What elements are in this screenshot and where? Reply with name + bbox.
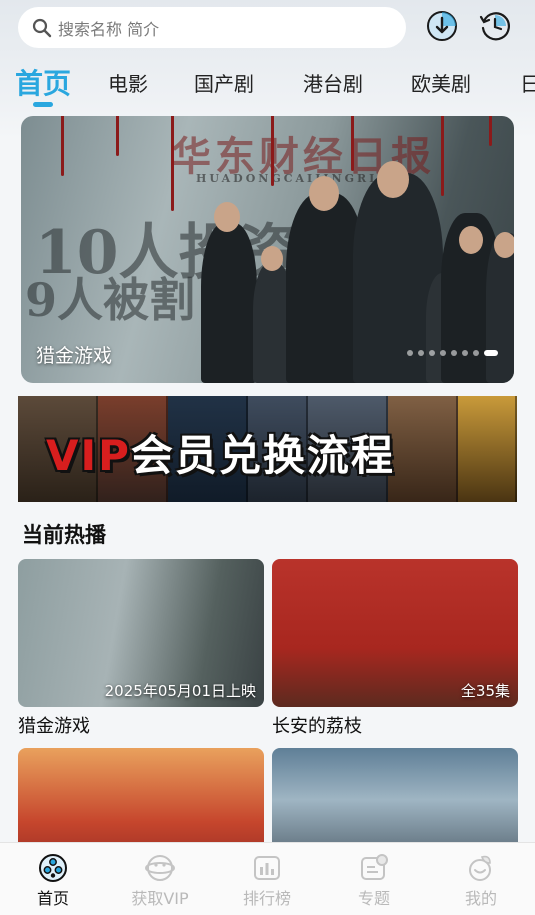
search-bar[interactable]: 搜索名称 简介 [18, 7, 406, 48]
nav-topics[interactable]: 专题 [329, 853, 419, 909]
ranking-icon [254, 856, 280, 880]
release-date-badge: 2025年05月01日上映 [104, 682, 256, 700]
nav-topics-label: 专题 [357, 889, 390, 908]
tab-domestic-drama[interactable]: 国产剧 [194, 68, 254, 97]
poster-drip [489, 116, 492, 146]
nav-ranking-label: 排行榜 [242, 889, 291, 908]
drama-title: 猎金游戏 [18, 716, 90, 737]
poster-drip [351, 116, 354, 171]
episode-count-badge: 全35集 [460, 682, 510, 700]
drama-card[interactable]: 全35集 长安的荔枝 [272, 559, 518, 738]
nav-profile[interactable]: 我的 [436, 853, 526, 909]
carousel-dots [407, 350, 498, 356]
carousel-dot[interactable] [484, 350, 498, 356]
poster-figure-head [494, 232, 514, 258]
drama-title: 长安的荔枝 [272, 716, 362, 737]
poster-headline-2: 9人被割 [25, 273, 196, 327]
nav-get-vip-label: 获取VIP [131, 889, 189, 908]
poster-figure-head [214, 202, 240, 232]
poster-drip [61, 116, 64, 176]
poster-drip [171, 116, 174, 211]
tab-home[interactable]: 首页 [15, 62, 71, 102]
carousel-dot[interactable] [429, 350, 435, 356]
drama-poster: 全35集 [272, 559, 518, 707]
hero-title: 猎金游戏 [36, 345, 113, 367]
vip-banner-text: VIP会员兑换流程 [46, 422, 395, 483]
tab-indicator [33, 102, 53, 107]
tab-movie[interactable]: 电影 [108, 68, 148, 97]
bottom-navigation: 首页 获取VIP 排行榜 专题 我的 [0, 842, 535, 915]
tab-japanese-drama[interactable]: 日 [520, 68, 535, 97]
nav-home-label: 首页 [36, 889, 69, 908]
search-placeholder: 搜索名称 简介 [58, 19, 160, 39]
vip-icon [145, 855, 175, 881]
poster-figure-head [309, 176, 339, 211]
carousel-dot[interactable] [462, 350, 468, 356]
topic-icon [361, 854, 388, 880]
banner-poster [388, 396, 458, 502]
home-icon [39, 854, 67, 882]
category-tabs: 首页 电影 国产剧 港台剧 欧美剧 日 [0, 58, 535, 108]
poster-figure-head [377, 161, 409, 198]
poster-figure-head [261, 246, 283, 271]
carousel-dot[interactable] [418, 350, 424, 356]
nav-profile-label: 我的 [464, 889, 497, 908]
poster-figure [201, 223, 257, 383]
nav-home[interactable]: 首页 [8, 853, 98, 909]
vip-banner-text-red: VIP [46, 431, 131, 480]
nav-get-vip[interactable]: 获取VIP [115, 853, 205, 909]
search-icon [32, 18, 52, 37]
hero-banner[interactable]: 华东财经日报 HUADONGCAIJINGRIBAO 10人投资 9人被割 猎金… [21, 116, 514, 383]
drama-poster: 2025年05月01日上映 [18, 559, 264, 707]
vip-redeem-banner[interactable]: VIP会员兑换流程 [18, 396, 517, 502]
carousel-dot[interactable] [473, 350, 479, 356]
poster-drip [116, 116, 119, 156]
history-icon[interactable] [478, 9, 512, 43]
drama-card[interactable]: 2025年05月01日上映 猎金游戏 [18, 559, 264, 738]
vip-banner-text-white: 会员兑换流程 [130, 431, 395, 480]
carousel-dot[interactable] [451, 350, 457, 356]
tab-hk-tw-drama[interactable]: 港台剧 [303, 68, 363, 97]
tab-western-drama[interactable]: 欧美剧 [411, 68, 471, 97]
download-icon[interactable] [425, 9, 459, 43]
carousel-dot[interactable] [407, 350, 413, 356]
nav-ranking[interactable]: 排行榜 [222, 853, 312, 909]
carousel-dot[interactable] [440, 350, 446, 356]
banner-poster [458, 396, 517, 502]
poster-drip [271, 116, 274, 186]
poster-drip [441, 116, 444, 196]
poster-figure-head [459, 226, 483, 254]
profile-icon [469, 855, 491, 881]
section-title-now-playing: 当前热播 [22, 523, 106, 547]
